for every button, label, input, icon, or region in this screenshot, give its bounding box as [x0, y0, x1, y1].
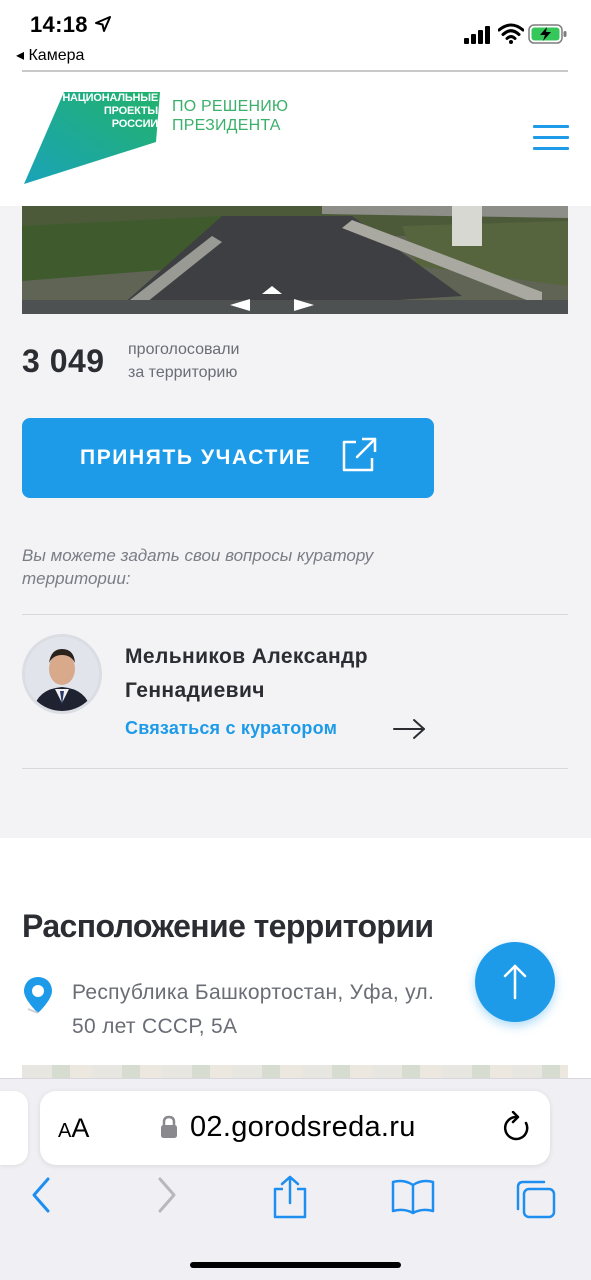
curator-divider-top — [22, 614, 568, 615]
slogan: ПО РЕШЕНИЮ ПРЕЗИДЕНТА — [172, 98, 289, 134]
back-to-camera-link[interactable]: ◂ Камера — [16, 45, 84, 65]
address-bar[interactable]: AA 02.gorodsreda.ru — [40, 1091, 550, 1165]
status-time: 14:18 — [30, 12, 88, 37]
cellular-signal-icon — [464, 26, 490, 44]
safari-toolbar: AA 02.gorodsreda.ru — [0, 1078, 591, 1280]
tabs-icon[interactable] — [514, 1179, 558, 1221]
arrow-up-icon — [503, 964, 527, 1000]
votes-count: 3 049 — [22, 343, 105, 379]
external-link-icon — [342, 437, 377, 472]
contact-curator-link[interactable]: Связаться с куратором — [125, 718, 337, 739]
site-header: НАЦИОНАЛЬНЫЕ ПРОЕКТЫ РОССИИ ПО РЕШЕНИЮ П… — [0, 70, 591, 206]
location-title: Расположение территории — [22, 908, 434, 944]
header-top-divider — [22, 70, 568, 72]
location-arrow-icon — [95, 16, 111, 32]
votes-label: проголосовали за территорию — [128, 341, 240, 381]
reload-icon[interactable] — [502, 1111, 532, 1143]
territory-address: Республика Башкортостан, Уфа, ул. 50 лет… — [72, 981, 435, 1038]
curator-avatar — [22, 634, 102, 714]
panorama-image — [22, 206, 568, 314]
share-icon[interactable] — [270, 1175, 310, 1219]
lock-icon — [161, 1115, 177, 1138]
wifi-icon — [498, 23, 524, 44]
hamburger-icon[interactable] — [533, 125, 569, 151]
map-pin-icon — [24, 977, 52, 1014]
curator-question-text: Вы можете задать свои вопросы куратору т… — [22, 546, 374, 588]
forward-icon[interactable] — [154, 1175, 180, 1215]
previous-tab-peek[interactable] — [0, 1091, 28, 1165]
arrow-right-icon[interactable] — [392, 716, 428, 742]
curator-divider-bottom — [22, 768, 568, 769]
home-indicator[interactable] — [190, 1262, 401, 1268]
participate-button[interactable]: ПРИНЯТЬ УЧАСТИЕ — [22, 418, 434, 498]
participate-button-label: ПРИНЯТЬ УЧАСТИЕ — [80, 446, 312, 469]
url-text[interactable]: 02.gorodsreda.ru — [190, 1111, 416, 1144]
bookmarks-icon[interactable] — [390, 1179, 436, 1215]
logo-text: НАЦИОНАЛЬНЫЕ ПРОЕКТЫ РОССИИ — [62, 92, 158, 130]
territory-panorama-photo[interactable] — [22, 206, 568, 314]
scroll-to-top-button[interactable] — [475, 942, 555, 1022]
map-preview[interactable] — [22, 1065, 568, 1078]
status-bar: 14:18 ◂ Камера — [0, 0, 591, 70]
text-size-button[interactable]: AA — [58, 1113, 89, 1144]
curator-name: Мельников Александр Геннадиевич — [125, 645, 369, 702]
battery-charging-icon — [528, 24, 567, 44]
back-icon[interactable] — [28, 1175, 54, 1215]
